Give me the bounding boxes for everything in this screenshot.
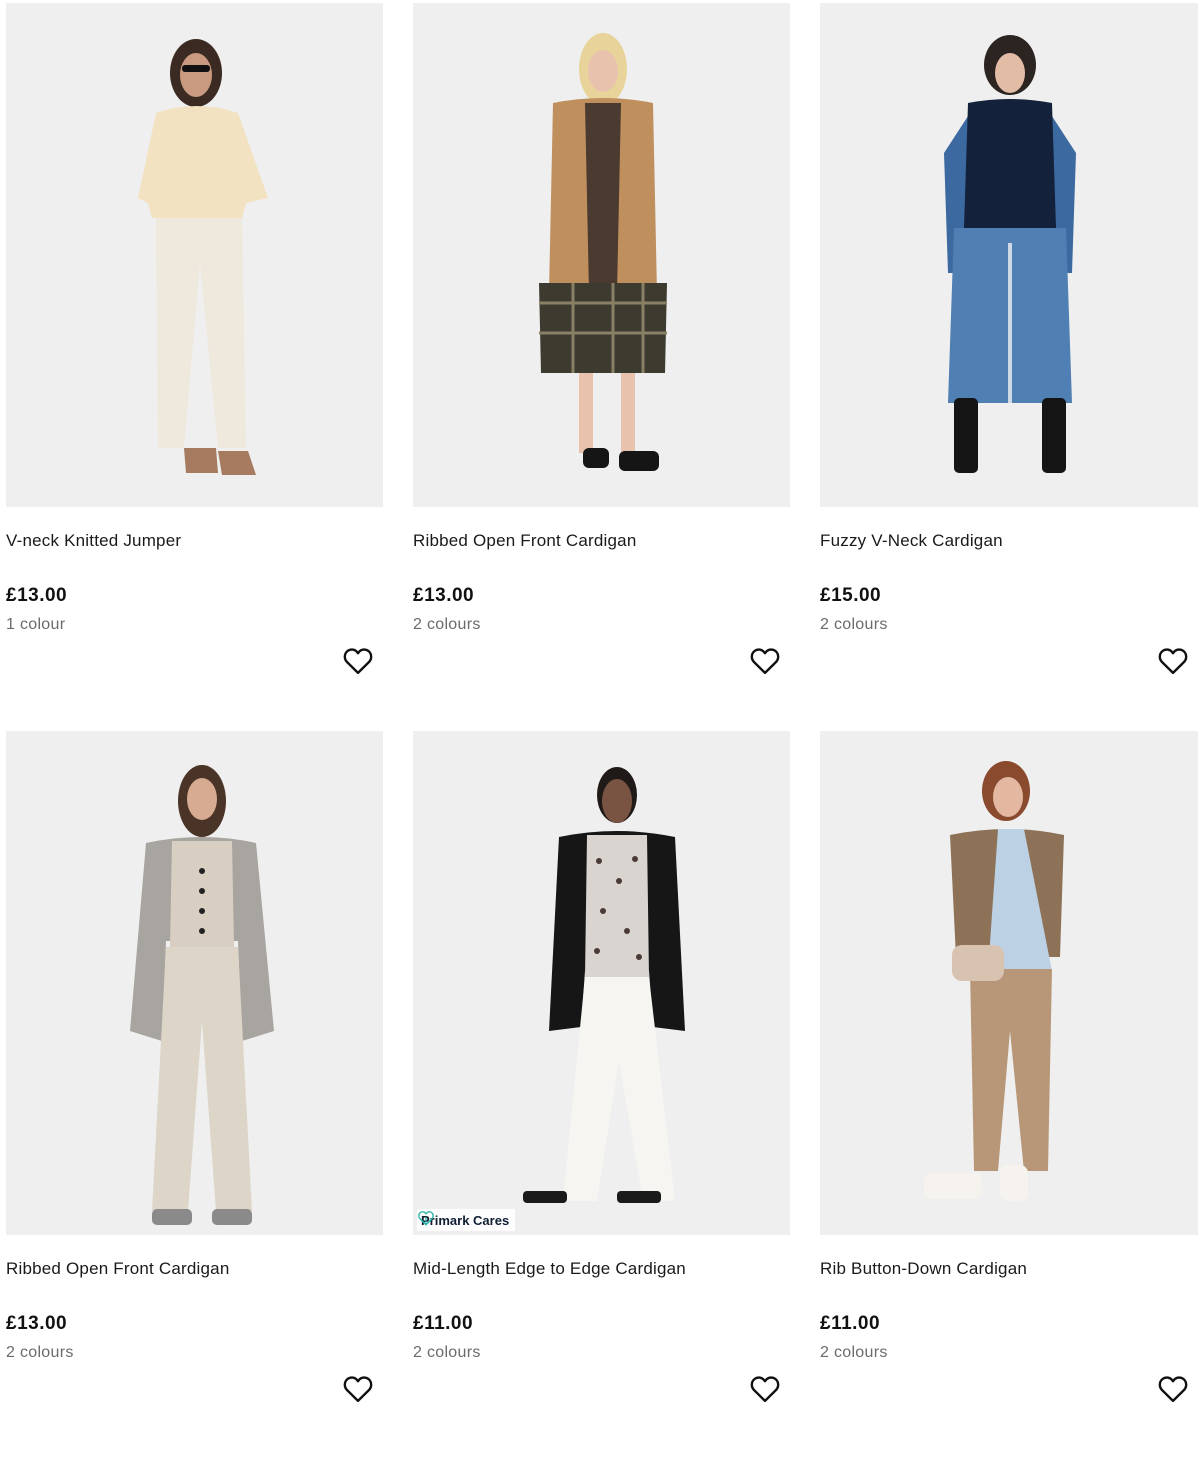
product-image[interactable]: [6, 731, 383, 1235]
favourite-button[interactable]: [1158, 1375, 1188, 1403]
product-image[interactable]: [820, 731, 1198, 1235]
favourite-button[interactable]: [343, 1375, 373, 1403]
product-image[interactable]: Primark Cares: [413, 731, 790, 1235]
heart-outline-icon: [343, 648, 373, 675]
product-card[interactable]: V-neck Knitted Jumper £13.00 1 colour: [6, 3, 383, 731]
favourite-button[interactable]: [1158, 647, 1188, 675]
product-image[interactable]: [413, 3, 790, 507]
product-grid: V-neck Knitted Jumper £13.00 1 colour Ri…: [6, 3, 1198, 1459]
product-title[interactable]: Rib Button-Down Cardigan: [820, 1259, 1198, 1279]
product-colours: 2 colours: [413, 616, 481, 633]
product-price: £13.00: [6, 585, 68, 606]
product-card[interactable]: Primark Cares Mid-Length Edge to Edge Ca…: [413, 731, 790, 1459]
favourite-button[interactable]: [750, 647, 780, 675]
heart-outline-icon: [343, 1376, 373, 1403]
heart-leaf-icon: [418, 1211, 434, 1226]
product-title[interactable]: Ribbed Open Front Cardigan: [6, 1259, 383, 1279]
product-image[interactable]: [820, 3, 1198, 507]
model-cream-jumper-photo: [6, 3, 383, 507]
model-grey-cardigan-photo: [6, 731, 383, 1235]
product-price: £11.00: [820, 1313, 881, 1334]
heart-outline-icon: [1158, 648, 1188, 675]
product-colours: 2 colours: [413, 1344, 481, 1361]
model-black-cardigan-photo: [413, 731, 790, 1235]
product-title[interactable]: Fuzzy V-Neck Cardigan: [820, 531, 1198, 551]
product-price: £13.00: [6, 1313, 68, 1334]
product-card[interactable]: Fuzzy V-Neck Cardigan £15.00 2 colours: [820, 3, 1198, 731]
product-title[interactable]: Mid-Length Edge to Edge Cardigan: [413, 1259, 790, 1279]
heart-outline-icon: [1158, 1376, 1188, 1403]
favourite-button[interactable]: [750, 1375, 780, 1403]
product-colours: 2 colours: [820, 616, 888, 633]
product-image[interactable]: [6, 3, 383, 507]
product-card[interactable]: Ribbed Open Front Cardigan £13.00 2 colo…: [6, 731, 383, 1459]
product-price: £13.00: [413, 585, 475, 606]
favourite-button[interactable]: [343, 647, 373, 675]
model-navy-cardigan-photo: [820, 3, 1198, 507]
product-title[interactable]: V-neck Knitted Jumper: [6, 531, 383, 551]
product-card[interactable]: Ribbed Open Front Cardigan £13.00 2 colo…: [413, 3, 790, 731]
product-colours: 2 colours: [6, 1344, 74, 1361]
product-price: £11.00: [413, 1313, 474, 1334]
primark-cares-badge: Primark Cares: [417, 1209, 516, 1231]
model-brown-cardigan-photo: [820, 731, 1198, 1235]
product-price: £15.00: [820, 585, 882, 606]
product-colours: 1 colour: [6, 616, 66, 633]
product-card[interactable]: Rib Button-Down Cardigan £11.00 2 colour…: [820, 731, 1198, 1459]
product-title[interactable]: Ribbed Open Front Cardigan: [413, 531, 790, 551]
product-colours: 2 colours: [820, 1344, 888, 1361]
heart-outline-icon: [750, 648, 780, 675]
model-camel-cardigan-photo: [413, 3, 790, 507]
heart-outline-icon: [750, 1376, 780, 1403]
